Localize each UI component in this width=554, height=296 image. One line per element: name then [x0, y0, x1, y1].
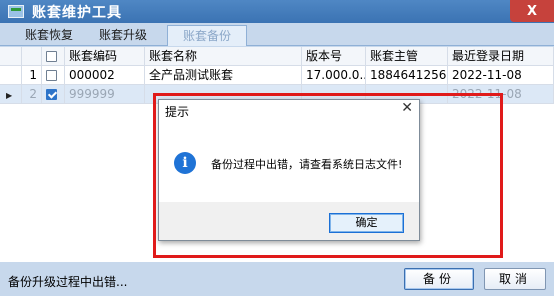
header-manager[interactable]: 账套主管: [366, 47, 448, 66]
header-code[interactable]: 账套编码: [65, 47, 145, 66]
tab-upgrade[interactable]: 账套升级: [92, 25, 154, 46]
app-icon: [8, 5, 24, 18]
header-rownum: [22, 47, 42, 66]
header-indicator: [0, 47, 22, 66]
header-name[interactable]: 账套名称: [145, 47, 302, 66]
status-bar: 备份升级过程中出错... 备份 取消: [0, 262, 554, 296]
row-number: 1: [22, 66, 42, 85]
row-indicator: ▶: [0, 85, 22, 104]
table-row[interactable]: 1 000002 全产品测试账套 17.000.0... 18846412568…: [0, 66, 554, 85]
cell-version: 17.000.0...: [302, 66, 366, 85]
current-row-arrow-icon: ▶: [6, 91, 13, 100]
header-last-login[interactable]: 最近登录日期: [448, 47, 554, 66]
tab-strip: 账套恢复 账套升级 账套备份: [0, 23, 554, 46]
cancel-button[interactable]: 取消: [484, 268, 546, 290]
cell-last-login: 2022-11-08: [448, 66, 554, 85]
tab-restore[interactable]: 账套恢复: [18, 25, 80, 46]
row-indicator: [0, 66, 22, 85]
tab-backup[interactable]: 账套备份: [167, 25, 247, 46]
cell-code: 999999: [65, 85, 145, 104]
row-checkbox-cell[interactable]: [42, 66, 65, 85]
select-all-checkbox[interactable]: [46, 51, 57, 62]
title-bar: 账套维护工具 X: [0, 0, 554, 23]
window-close-button[interactable]: X: [510, 0, 554, 22]
cell-code: 000002: [65, 66, 145, 85]
header-version[interactable]: 版本号: [302, 47, 366, 66]
backup-button[interactable]: 备份: [404, 268, 474, 290]
cell-manager: 18846412568: [366, 66, 448, 85]
row-checkbox-checked[interactable]: [46, 89, 57, 100]
header-select-all[interactable]: [42, 47, 65, 66]
annotation-highlight-box: [153, 93, 503, 258]
row-checkbox[interactable]: [46, 70, 57, 81]
row-number: 2: [22, 85, 42, 104]
status-text: 备份升级过程中出错...: [8, 275, 128, 289]
row-checkbox-cell[interactable]: [42, 85, 65, 104]
grid-header-row: 账套编码 账套名称 版本号 账套主管 最近登录日期: [0, 47, 554, 66]
cell-name: 全产品测试账套: [145, 66, 302, 85]
window-title: 账套维护工具: [32, 4, 122, 21]
